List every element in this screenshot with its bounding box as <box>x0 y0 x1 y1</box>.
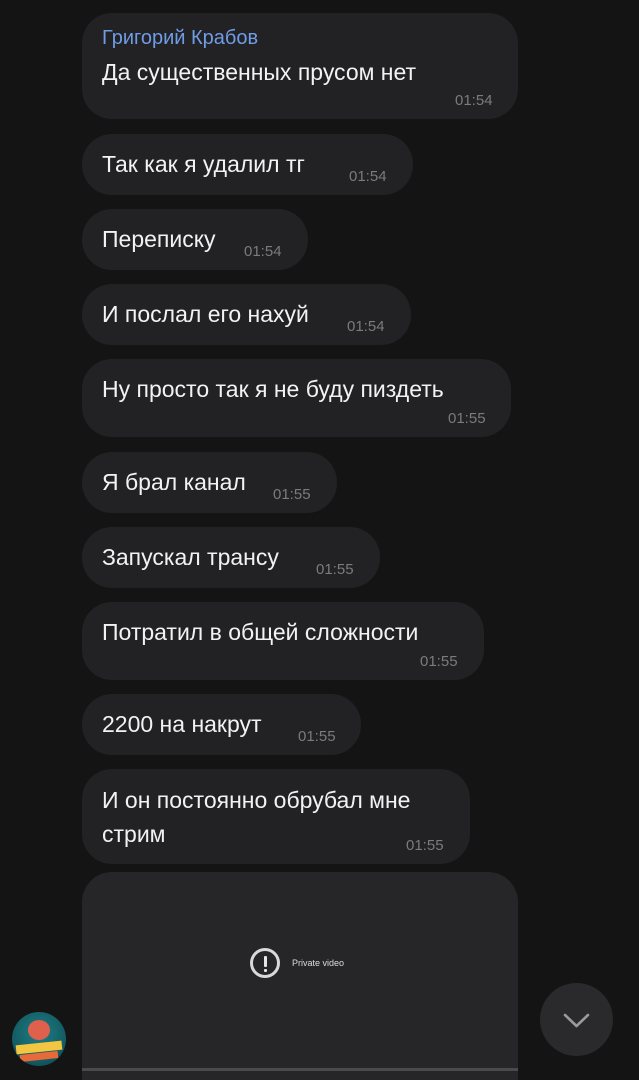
message-time: 01:55 <box>448 410 486 427</box>
message-text: Запускал трансу <box>102 544 279 570</box>
message-time: 01:54 <box>455 92 493 109</box>
message-bubble[interactable]: Запускал трансу 01:55 <box>82 527 380 588</box>
private-video-label: Private video <box>292 958 345 968</box>
message-text: Я брал канал <box>102 469 246 495</box>
message-time: 01:55 <box>406 837 444 854</box>
message-text: Переписку <box>102 226 216 252</box>
chevron-down-icon <box>563 1013 590 1028</box>
message-bubble[interactable]: Я брал канал 01:55 <box>82 452 337 513</box>
message-text: Ну просто так я не буду пиздеть <box>102 376 444 402</box>
scroll-down-button[interactable] <box>540 983 613 1056</box>
message-time: 01:55 <box>273 486 311 503</box>
message-bubble[interactable]: 2200 на накрут 01:55 <box>82 694 361 755</box>
message-text: Так как я удалил тг <box>102 151 305 177</box>
avatar-image <box>28 1020 50 1040</box>
private-video-notice: Private video <box>250 948 344 978</box>
message-text: Да существенных прусом нет <box>102 59 417 85</box>
message-text-line2: стрим <box>102 821 166 847</box>
avatar[interactable] <box>12 1012 66 1066</box>
message-bubble[interactable]: Переписку 01:54 <box>82 209 308 270</box>
message-time: 01:55 <box>420 653 458 670</box>
message-time: 01:55 <box>298 728 336 745</box>
message-bubble[interactable]: И он постоянно обрубал мне стрим 01:55 <box>82 769 470 864</box>
message-bubble[interactable]: Ну просто так я не буду пиздеть 01:55 <box>82 359 511 437</box>
message-text: И послал его нахуй <box>102 301 309 327</box>
chat-view: Григорий Крабов Да существенных прусом н… <box>0 0 639 1080</box>
sender-name[interactable]: Григорий Крабов <box>102 27 258 50</box>
message-time: 01:55 <box>316 561 354 578</box>
message-bubble[interactable]: Григорий Крабов Да существенных прусом н… <box>82 13 518 119</box>
message-text: Потратил в общей сложности <box>102 619 419 645</box>
message-bubble[interactable]: Так как я удалил тг 01:54 <box>82 134 413 195</box>
exclamation-circle-icon <box>250 948 280 978</box>
message-time: 01:54 <box>347 318 385 335</box>
message-bubble[interactable]: И послал его нахуй 01:54 <box>82 284 411 345</box>
message-time: 01:54 <box>244 243 282 260</box>
message-bubble[interactable]: Потратил в общей сложности 01:55 <box>82 602 484 680</box>
message-time: 01:54 <box>349 168 387 185</box>
video-progress-bar[interactable] <box>82 1068 518 1071</box>
message-text: И он постоянно обрубал мне <box>102 787 411 813</box>
message-text: 2200 на накрут <box>102 711 262 737</box>
video-message[interactable]: Private video <box>82 872 518 1080</box>
